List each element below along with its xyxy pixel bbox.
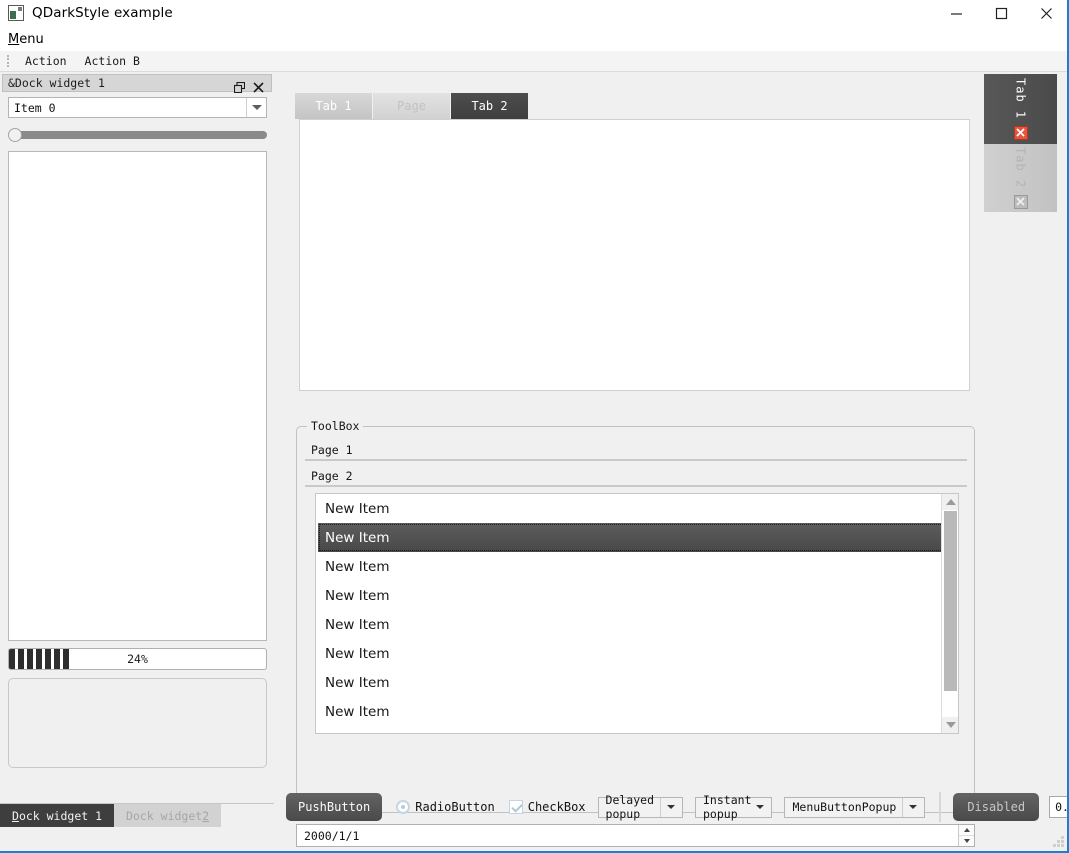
toolbar-separator — [939, 792, 942, 822]
radio-button[interactable]: RadioButton — [396, 800, 495, 814]
vertical-tabbar: Tab 1 Tab 2 — [984, 74, 1069, 783]
scrollbar-thumb[interactable] — [944, 511, 957, 691]
close-icon[interactable] — [253, 78, 264, 93]
window-title: QDarkStyle example — [32, 5, 173, 21]
chevron-down-icon[interactable] — [246, 98, 266, 117]
divider — [902, 797, 904, 817]
list-item[interactable]: New Item — [316, 581, 958, 610]
drag-handle-icon[interactable] — [3, 54, 12, 69]
list-item[interactable]: New Item — [316, 552, 958, 581]
toolbar: Action Action B — [0, 51, 1069, 72]
arrow-down-icon[interactable] — [942, 717, 958, 733]
toolbox-page-1-label: Page 1 — [311, 443, 353, 457]
progress-bar: 24% — [8, 648, 267, 670]
chevron-down-icon[interactable] — [756, 805, 765, 809]
central-widget: Tab 1 Page Tab 2 ToolBox Page 1 Page 2 N… — [282, 74, 984, 847]
date-edit[interactable]: 2000/1/1 — [296, 824, 975, 847]
list-item-selected[interactable]: New Item — [318, 523, 956, 552]
tab-tab-2[interactable]: Tab 2 — [451, 93, 528, 119]
vtab-tab-2-label: Tab 2 — [1013, 147, 1028, 189]
horizontal-slider[interactable] — [8, 127, 267, 143]
progress-label: 24% — [127, 652, 148, 666]
vtab-tab-2[interactable]: Tab 2 — [984, 144, 1057, 212]
close-icon[interactable] — [1013, 194, 1028, 209]
instant-popup-button[interactable]: Instant popup — [695, 793, 773, 821]
delayed-popup-button[interactable]: Delayed popup — [597, 793, 683, 821]
window-controls — [934, 0, 1069, 27]
list-widget[interactable]: New Item New Item New Item New Item New … — [315, 493, 959, 734]
tab-page: Page — [373, 93, 450, 119]
toolbox-groupbox: ToolBox Page 1 Page 2 New Item New Item … — [296, 419, 975, 813]
arrow-down-icon[interactable] — [959, 836, 974, 846]
menu-item-label: enu — [19, 31, 44, 47]
progress-fill — [9, 649, 71, 669]
dock-title-label: &Dock widget 1 — [8, 76, 105, 90]
maximize-icon[interactable] — [979, 0, 1024, 27]
item-combobox[interactable]: Item 0 — [8, 97, 267, 118]
vtab-tab-1[interactable]: Tab 1 — [984, 74, 1057, 144]
date-spinner[interactable] — [958, 825, 974, 846]
date-edit-value: 2000/1/1 — [304, 828, 360, 843]
dock-text-area[interactable] — [8, 151, 267, 641]
close-icon[interactable] — [1024, 0, 1069, 27]
dock-tabbar: Dock widget 1 Dock widget 2 — [0, 803, 274, 827]
dock-titlebar: &Dock widget 1 — [2, 74, 272, 93]
slider-groove — [16, 131, 267, 139]
tab-tab-1[interactable]: Tab 1 — [295, 93, 372, 119]
window-titlebar: QDarkStyle example — [0, 0, 1069, 27]
menu-button-popup-label: MenuButtonPopup — [792, 800, 897, 814]
float-icon[interactable] — [233, 78, 246, 93]
push-button[interactable]: PushButton — [286, 793, 383, 821]
checkbox-label: CheckBox — [527, 800, 586, 814]
radio-button-label: RadioButton — [415, 800, 495, 814]
dock-tab-1-label: ock widget 1 — [18, 808, 103, 823]
combobox-value: Item 0 — [14, 100, 56, 115]
delayed-popup-label: Delayed popup — [605, 793, 654, 821]
dock-tab-1[interactable]: Dock widget 1 — [0, 804, 115, 827]
toolbox-page-2[interactable]: Page 2 — [305, 467, 967, 487]
close-icon[interactable] — [1013, 125, 1028, 140]
chevron-down-icon[interactable] — [909, 805, 918, 809]
tabbar: Tab 1 Page Tab 2 — [295, 93, 529, 119]
dock-empty-frame — [8, 678, 267, 768]
toolbar-action-b[interactable]: Action B — [76, 53, 149, 69]
app-icon — [8, 5, 24, 21]
list-item[interactable]: New Item — [316, 610, 958, 639]
vtab-tab-1-label: Tab 1 — [1013, 78, 1028, 120]
checkmark-icon — [508, 800, 523, 814]
groupbox-title: ToolBox — [307, 419, 364, 433]
tab-content-panel — [299, 119, 970, 391]
dock-tab-2[interactable]: Dock widget 2 — [114, 804, 222, 827]
minimize-icon[interactable] — [934, 0, 979, 27]
divider — [660, 797, 661, 817]
toolbar-action-a[interactable]: Action — [16, 53, 76, 69]
arrow-up-icon[interactable] — [942, 494, 958, 510]
bottom-toolbar: PushButton RadioButton CheckBox Delayed … — [282, 787, 1069, 827]
checkbox[interactable]: CheckBox — [508, 800, 586, 814]
menu-item-menu[interactable]: Menu — [0, 30, 50, 49]
chevron-down-icon[interactable] — [667, 805, 675, 809]
dock-widget-panel: &Dock widget 1 Item 0 24% Dock widget 1 — [0, 74, 274, 827]
slider-handle[interactable] — [8, 128, 22, 142]
toolbox-page-2-label: Page 2 — [311, 469, 353, 483]
toolbox-page-1[interactable]: Page 1 — [305, 441, 967, 461]
list-item[interactable]: New Item — [316, 668, 958, 697]
size-grip[interactable] — [1052, 835, 1065, 848]
menu-button-popup-button[interactable]: MenuButtonPopup — [784, 796, 926, 818]
dock-tab-2-label: Dock widget — [126, 808, 203, 823]
disabled-button: Disabled — [953, 793, 1040, 821]
radio-icon — [396, 800, 411, 814]
list-vertical-scrollbar[interactable] — [941, 494, 958, 733]
instant-popup-label: Instant popup — [703, 793, 752, 821]
list-item[interactable]: New Item — [316, 697, 958, 726]
menubar: Menu — [0, 27, 1069, 51]
list-item[interactable]: New Item — [316, 494, 958, 523]
list-item[interactable]: New Item — [316, 639, 958, 668]
